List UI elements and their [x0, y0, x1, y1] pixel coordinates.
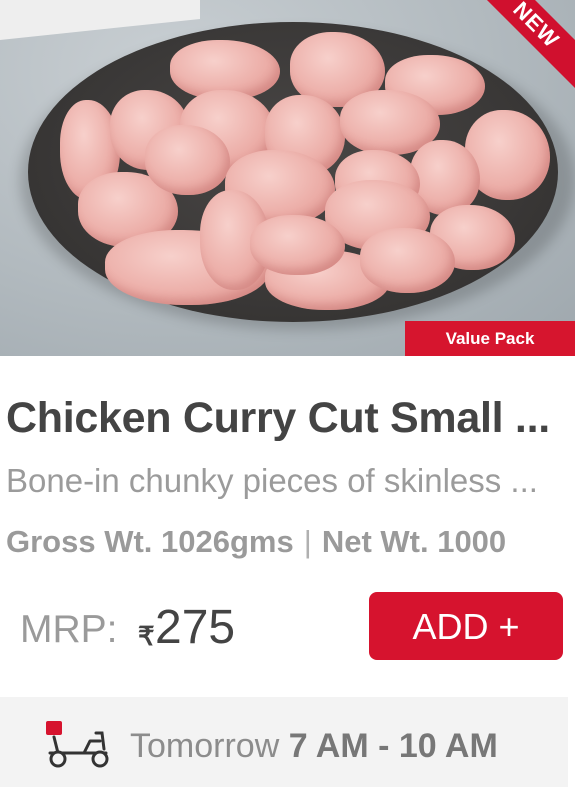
- add-to-cart-button[interactable]: ADD +: [369, 592, 563, 660]
- product-title[interactable]: Chicken Curry Cut Small ...: [6, 394, 566, 443]
- delivery-time: 7 AM - 10 AM: [288, 727, 498, 765]
- mrp-label: MRP:: [20, 608, 118, 651]
- product-weights: Gross Wt. 1026gms | Net Wt. 1000: [6, 524, 575, 560]
- product-price: 275: [155, 601, 236, 654]
- net-weight-label: Net Wt.: [321, 524, 429, 559]
- chicken-piece: [145, 125, 230, 195]
- product-card[interactable]: NEW Value Pack Chicken Curry Cut Small .…: [0, 0, 575, 787]
- napkin-decoration: [0, 0, 200, 40]
- delivery-slot: Tomorrow 7 AM - 10 AM: [130, 727, 498, 766]
- scooter-icon: [46, 721, 109, 768]
- value-pack-badge: Value Pack: [405, 321, 575, 356]
- delivery-info: Tomorrow 7 AM - 10 AM: [0, 697, 568, 787]
- gross-weight-label: Gross Wt.: [6, 524, 153, 559]
- product-image[interactable]: NEW Value Pack: [0, 0, 575, 356]
- product-description: Bone-in chunky pieces of skinless ...: [6, 462, 538, 499]
- gross-weight-value: 1026gms: [161, 524, 294, 559]
- delivery-day: Tomorrow: [130, 727, 280, 765]
- chicken-piece: [360, 228, 455, 293]
- weight-separator: |: [303, 524, 312, 559]
- chicken-piece: [250, 215, 345, 275]
- net-weight-value: 1000: [437, 524, 507, 559]
- rupee-symbol: ₹: [138, 621, 155, 651]
